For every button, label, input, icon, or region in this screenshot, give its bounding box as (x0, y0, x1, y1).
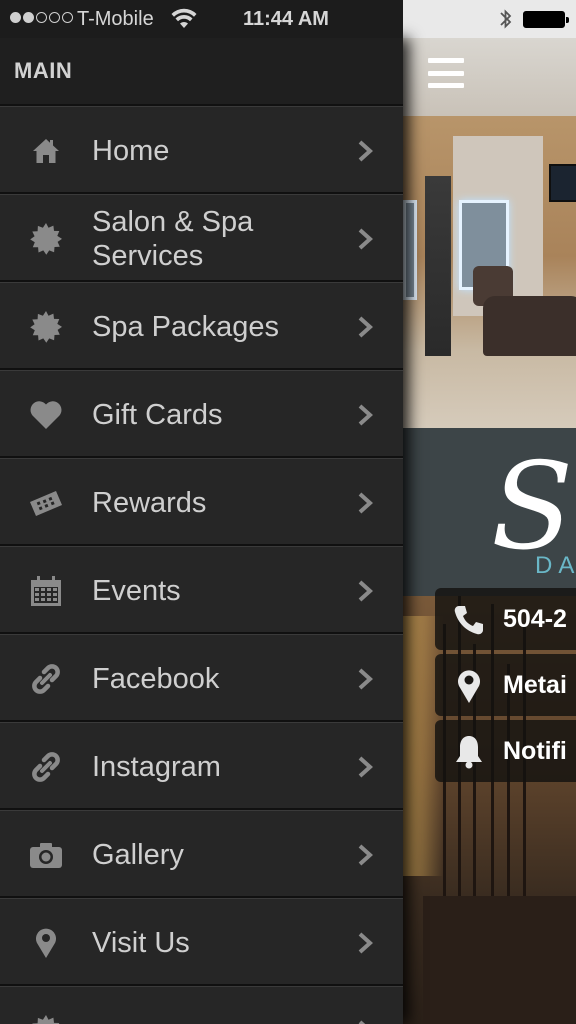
contact-phone-text: 504-2 (503, 604, 567, 633)
main-app-content: S DA 504-2 Metai Notifi (403, 38, 576, 1024)
menu-item-salon-spa-services[interactable]: Salon & Spa Services (0, 194, 403, 282)
chevron-right-icon (358, 844, 373, 866)
menu-list: Home Salon & Spa Services Spa Packages G… (0, 106, 403, 1024)
map-pin-icon (28, 927, 64, 959)
menu-item-events[interactable]: Events (0, 546, 403, 634)
contact-notifications-button[interactable]: Notifi (435, 720, 576, 782)
menu-item-label: Spa Packages (92, 311, 280, 343)
side-menu: MAIN Home Salon & Spa Services Spa Packa… (0, 38, 403, 1024)
chevron-right-icon (358, 140, 373, 162)
menu-item-home[interactable]: Home (0, 106, 403, 194)
status-bar-right (403, 0, 576, 38)
menu-item-label: Facebook (92, 663, 220, 695)
badge-icon (28, 311, 64, 343)
menu-item-label: Gift Cards (92, 399, 223, 431)
hamburger-menu-icon[interactable] (428, 58, 464, 88)
menu-item-partial[interactable] (0, 986, 403, 1024)
home-icon (28, 135, 64, 167)
salon-interior-photo (403, 116, 576, 428)
chevron-right-icon (358, 492, 373, 514)
contact-address-button[interactable]: Metai (435, 654, 576, 716)
menu-item-label: Visit Us (92, 927, 190, 959)
chevron-right-icon (358, 668, 373, 690)
contact-phone-button[interactable]: 504-2 (435, 588, 576, 650)
chevron-right-icon (358, 1020, 366, 1024)
status-time: 11:44 AM (243, 8, 329, 30)
menu-section-title: MAIN (14, 58, 73, 83)
app-header (403, 38, 576, 116)
chevron-right-icon (358, 580, 373, 602)
logo-subtitle: DA (535, 552, 576, 579)
menu-item-label: Gallery (92, 839, 184, 871)
chevron-right-icon (358, 404, 373, 426)
menu-item-gallery[interactable]: Gallery (0, 810, 403, 898)
menu-item-gift-cards[interactable]: Gift Cards (0, 370, 403, 458)
menu-item-label: Events (92, 575, 181, 607)
bluetooth-icon (500, 9, 512, 29)
logo-banner: S DA (403, 428, 576, 596)
menu-item-facebook[interactable]: Facebook (0, 634, 403, 722)
signal-strength-icon (10, 12, 73, 23)
phone-icon (451, 602, 487, 638)
menu-item-instagram[interactable]: Instagram (0, 722, 403, 810)
ticket-icon (28, 487, 64, 519)
menu-header: MAIN (0, 38, 403, 106)
calendar-icon (28, 575, 64, 607)
chevron-right-icon (358, 756, 373, 778)
heart-icon (28, 399, 64, 431)
battery-icon (523, 11, 569, 28)
carrier-name: T-Mobile (77, 8, 154, 30)
wifi-icon (171, 8, 197, 28)
chevron-right-icon (358, 228, 373, 250)
status-bar: T-Mobile 11:44 AM (0, 0, 403, 38)
contact-address-text: Metai (503, 670, 567, 699)
menu-item-label: Salon & Spa Services (92, 206, 254, 272)
map-pin-icon (451, 668, 487, 704)
menu-item-label: Instagram (92, 751, 221, 783)
menu-item-visit-us[interactable]: Visit Us (0, 898, 403, 986)
badge-icon (28, 1015, 64, 1024)
menu-item-label: Rewards (92, 487, 207, 519)
chevron-right-icon (358, 316, 373, 338)
chevron-right-icon (358, 932, 373, 954)
link-icon (28, 663, 64, 695)
contact-notifications-text: Notifi (503, 736, 567, 765)
link-icon (28, 751, 64, 783)
menu-item-label: Home (92, 135, 170, 167)
menu-item-spa-packages[interactable]: Spa Packages (0, 282, 403, 370)
badge-icon (28, 223, 64, 255)
menu-item-label (92, 987, 347, 1024)
camera-icon (28, 839, 64, 871)
menu-item-rewards[interactable]: Rewards (0, 458, 403, 546)
bell-icon (451, 734, 487, 770)
